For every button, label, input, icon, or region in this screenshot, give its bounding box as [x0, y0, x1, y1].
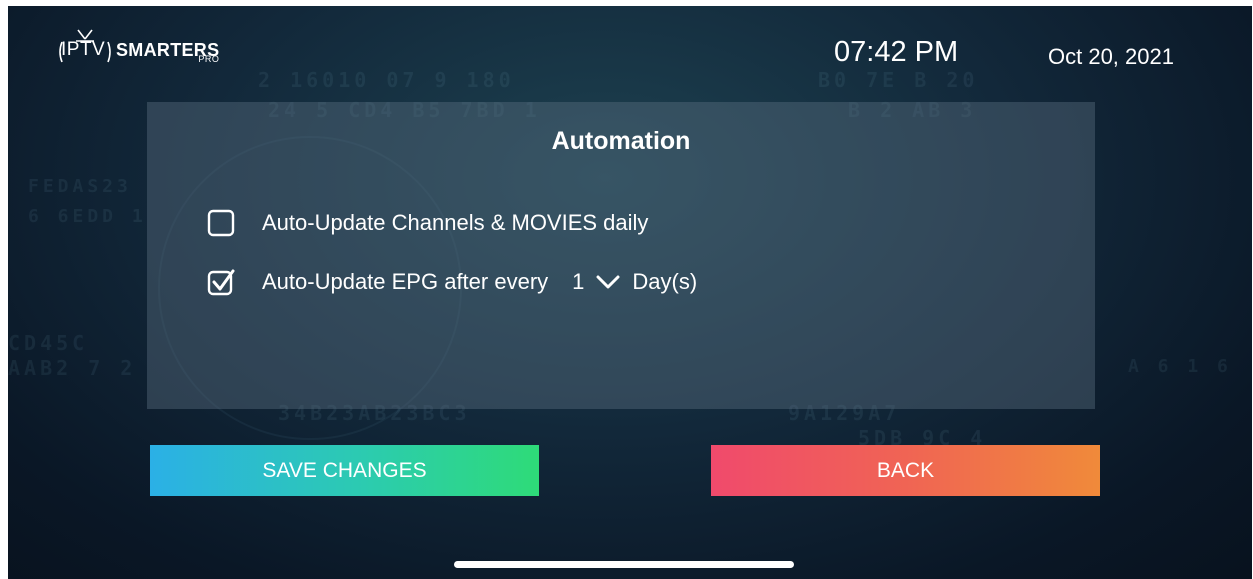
auto-update-channels-option[interactable]: Auto-Update Channels & MOVIES daily	[207, 209, 648, 237]
logo-iptv-text: IPTV	[61, 39, 106, 60]
epg-interval-value: 1	[572, 269, 585, 294]
auto-update-epg-option[interactable]: Auto-Update EPG after every 1 Day(s)	[207, 268, 697, 296]
auto-update-channels-label: Auto-Update Channels & MOVIES daily	[262, 210, 649, 235]
epg-interval-dropdown[interactable]: 1 Day(s)	[572, 269, 697, 295]
screen: 2 16010 07 9 180 24 5 CD4 B5 7BD 1 B0 7E…	[8, 6, 1252, 579]
automation-panel: Automation Auto-Update Channels & MOVIES…	[147, 102, 1095, 409]
chevron-down-icon[interactable]	[596, 274, 620, 290]
auto-update-epg-label: Auto-Update EPG after every	[262, 269, 549, 294]
logo-wordmark: IPTV SMARTERS PRO	[56, 28, 219, 68]
current-date: Oct 20, 2021	[1048, 44, 1174, 69]
logo-pro-text: PRO	[198, 54, 220, 64]
home-indicator[interactable]	[454, 561, 794, 568]
checkbox-empty-icon[interactable]	[207, 209, 235, 237]
save-changes-button[interactable]: SAVE CHANGES	[150, 445, 539, 496]
app-logo: IPTV SMARTERS PRO	[56, 28, 219, 68]
checkbox-checked-icon[interactable]	[207, 268, 235, 296]
epg-interval-unit: Day(s)	[632, 269, 698, 294]
clock-time: 07:42 PM	[834, 36, 959, 68]
back-button[interactable]: BACK	[711, 445, 1100, 496]
panel-title: Automation	[551, 127, 691, 155]
